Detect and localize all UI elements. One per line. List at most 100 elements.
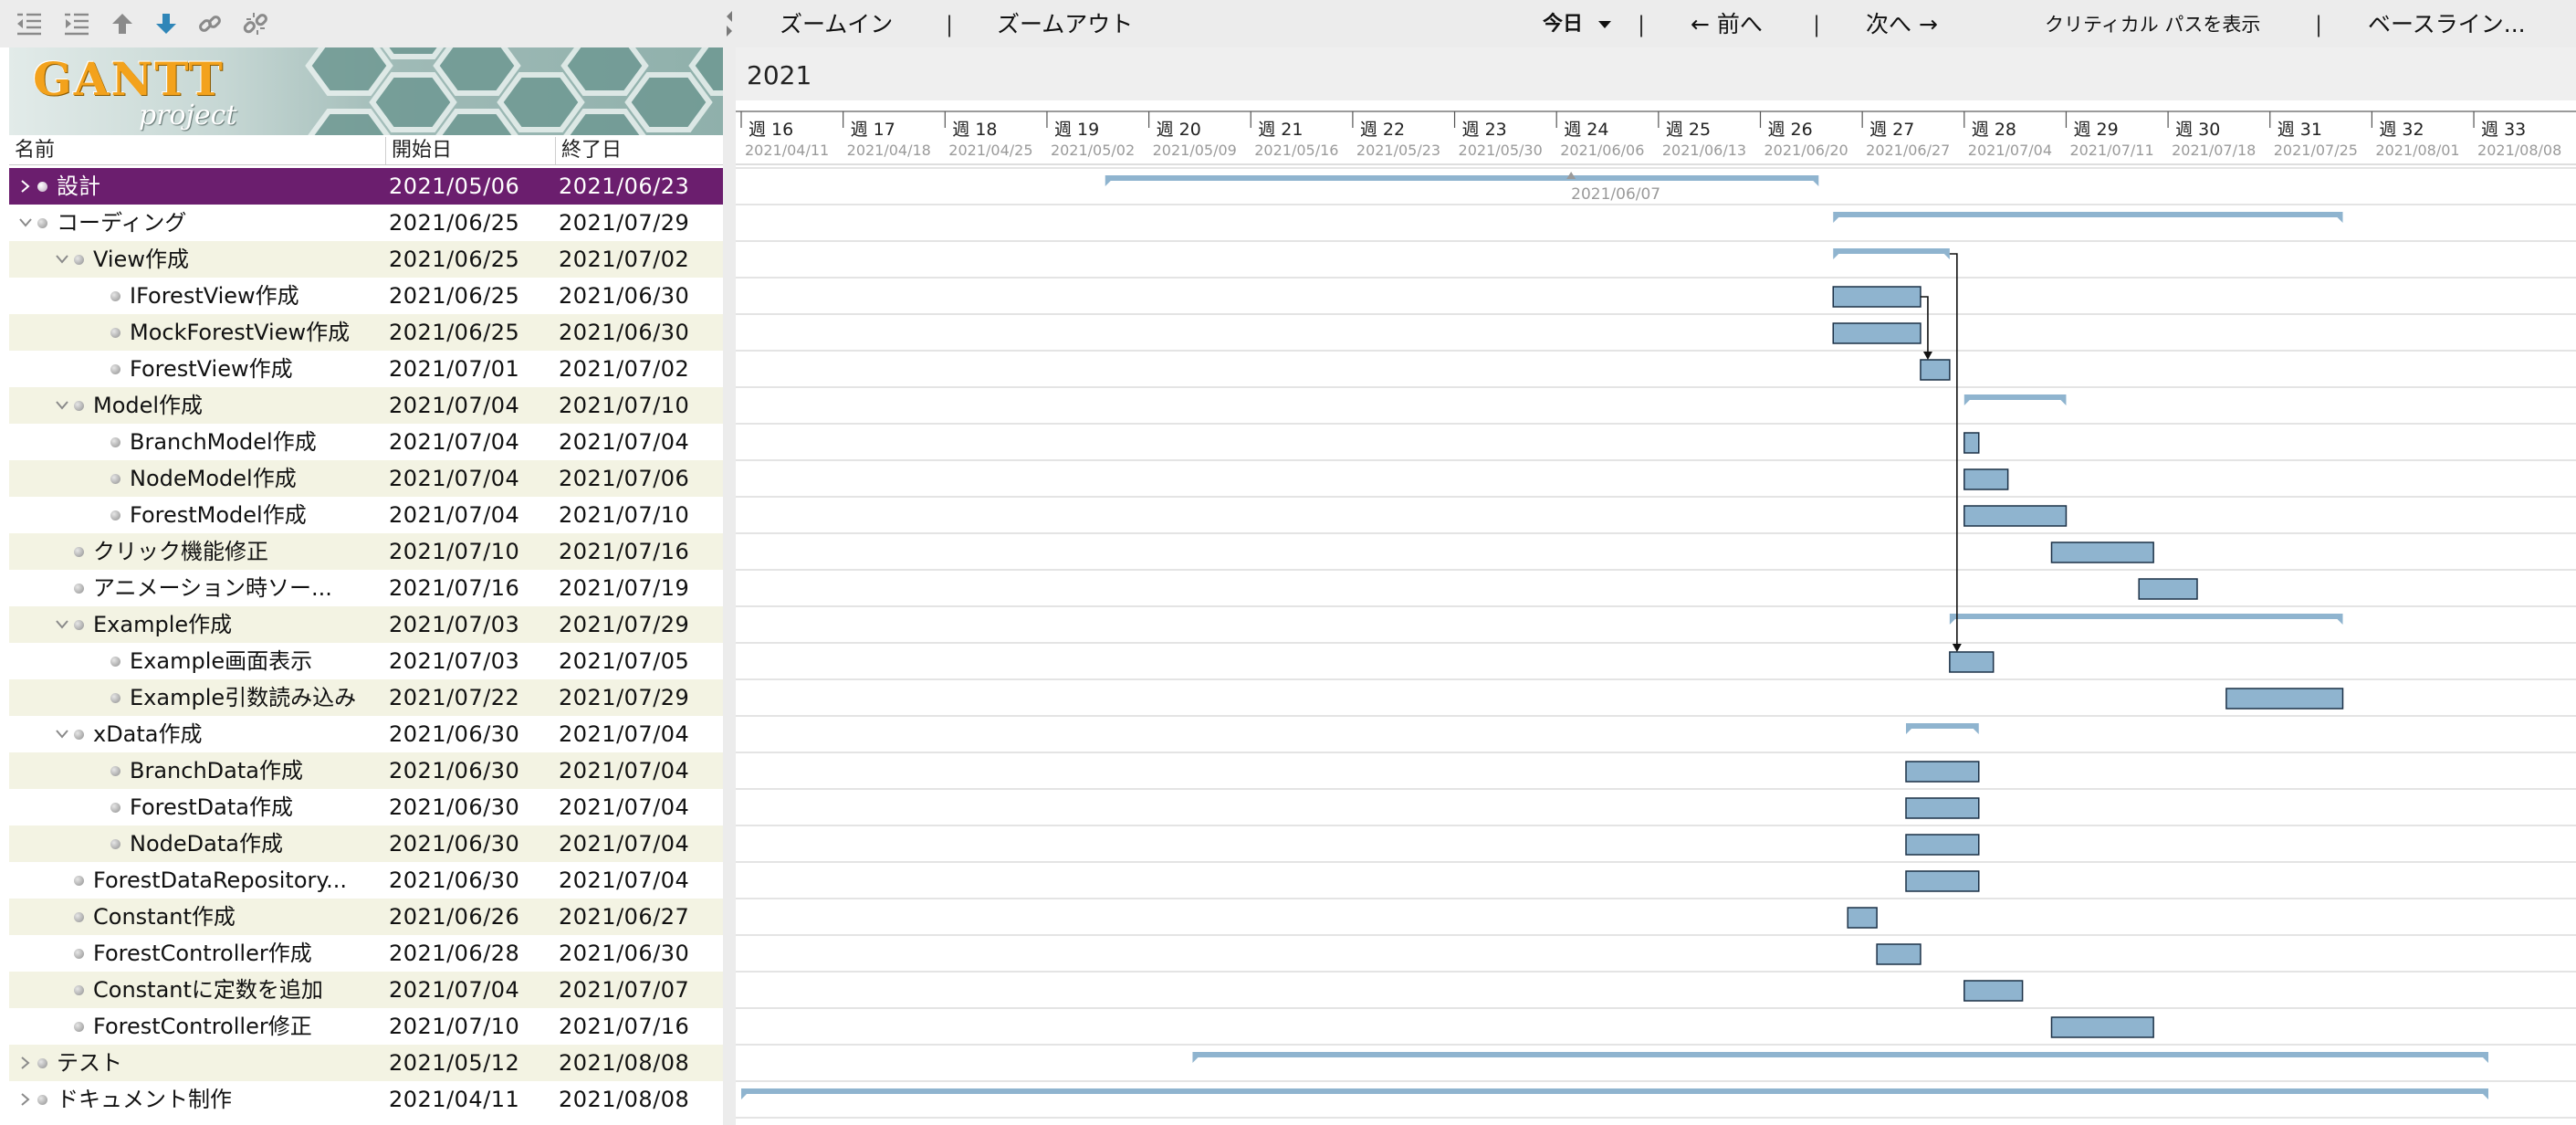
unindent-icon[interactable] [13, 7, 46, 40]
move-up-icon[interactable] [106, 7, 139, 40]
column-header-name[interactable]: 名前 [9, 137, 385, 164]
chevron-right-icon[interactable] [15, 1081, 37, 1118]
task-start-date: 2021/06/30 [389, 867, 520, 893]
task-bar[interactable] [2050, 541, 2154, 563]
task-bar[interactable] [1847, 907, 1878, 929]
summary-bar[interactable] [741, 1088, 2488, 1099]
gantt-logo: GANTT project [9, 47, 723, 135]
baseline-button[interactable]: ベースライン... [2368, 0, 2526, 47]
chevron-down-icon[interactable] [51, 387, 73, 424]
summary-bar[interactable] [1833, 248, 1950, 259]
task-bar[interactable] [1832, 286, 1922, 308]
link-icon[interactable] [194, 7, 226, 40]
task-bar[interactable] [1905, 797, 1980, 819]
chevron-down-icon[interactable] [51, 241, 73, 278]
panel-splitter[interactable] [723, 47, 736, 1125]
task-bar[interactable] [1832, 322, 1922, 344]
summary-bar[interactable] [1192, 1052, 2488, 1063]
week-date: 2021/04/25 [948, 142, 1032, 159]
next-button[interactable]: 次へ → [1866, 0, 1938, 47]
task-row[interactable]: クリック機能修正 2021/07/10 2021/07/16 [9, 533, 723, 570]
task-row[interactable]: テスト 2021/05/12 2021/08/08 [9, 1045, 723, 1081]
task-bar[interactable] [1963, 980, 2024, 1002]
task-row[interactable]: NodeData作成 2021/06/30 2021/07/04 [9, 825, 723, 862]
task-bar[interactable] [1876, 943, 1922, 965]
task-bar[interactable] [1905, 761, 1980, 783]
task-bullet-icon [74, 876, 84, 886]
today-dropdown[interactable]: 今日 [1543, 0, 1612, 47]
task-bar[interactable] [1963, 468, 2009, 490]
task-row[interactable]: MockForestView作成 2021/06/25 2021/06/30 [9, 314, 723, 351]
task-row[interactable]: ForestData作成 2021/06/30 2021/07/04 [9, 789, 723, 825]
week-label: 週 22 [1360, 120, 1405, 140]
task-bullet-icon [37, 1095, 47, 1105]
task-row[interactable]: NodeModel作成 2021/07/04 2021/07/06 [9, 460, 723, 497]
column-header-end[interactable]: 終了日 [555, 137, 723, 164]
task-row[interactable]: BranchModel作成 2021/07/04 2021/07/04 [9, 424, 723, 460]
task-start-date: 2021/07/10 [389, 1014, 520, 1039]
task-end-date: 2021/07/10 [559, 502, 690, 528]
task-row[interactable]: 設計 2021/05/06 2021/06/23 [9, 168, 723, 205]
chart-toolbar: ズームイン | ズームアウト 今日 | ← 前へ | 次へ → クリティカル パ… [736, 0, 2576, 47]
task-bar[interactable] [2225, 688, 2344, 710]
summary-bar[interactable] [1105, 175, 1819, 186]
week-label: 週 21 [1258, 120, 1303, 140]
task-end-date: 2021/07/16 [559, 1014, 690, 1039]
task-row[interactable]: コーディング 2021/06/25 2021/07/29 [9, 205, 723, 241]
task-bar[interactable] [2050, 1016, 2154, 1038]
task-row[interactable]: Example引数読み込み 2021/07/22 2021/07/29 [9, 679, 723, 716]
week-date: 2021/06/06 [1560, 142, 1644, 159]
task-row[interactable]: ForestController作成 2021/06/28 2021/06/30 [9, 935, 723, 972]
task-row[interactable]: Constant作成 2021/06/26 2021/06/27 [9, 899, 723, 935]
summary-bar[interactable] [1963, 394, 2067, 405]
column-header-start[interactable]: 開始日 [385, 137, 555, 164]
task-bullet-icon [74, 730, 84, 740]
prev-button[interactable]: ← 前へ [1691, 0, 1763, 47]
task-row[interactable]: Constantに定数を追加 2021/07/04 2021/07/07 [9, 972, 723, 1008]
task-bullet-icon [110, 693, 120, 703]
week-label: 週 16 [749, 120, 793, 140]
task-bar[interactable] [1949, 651, 1995, 673]
task-bullet-icon [110, 437, 120, 447]
critical-path-button[interactable]: クリティカル パスを表示 [2045, 0, 2260, 47]
task-row[interactable]: ForestController修正 2021/07/10 2021/07/16 [9, 1008, 723, 1045]
summary-bar[interactable] [1949, 614, 2343, 625]
task-row[interactable]: ForestDataRepository... 2021/06/30 2021/07… [9, 862, 723, 899]
unlink-icon[interactable] [239, 7, 272, 40]
task-row[interactable]: Model作成 2021/07/04 2021/07/10 [9, 387, 723, 424]
task-bar[interactable] [1920, 359, 1951, 381]
task-bar[interactable] [1963, 432, 1980, 454]
task-row[interactable]: ドキュメント制作 2021/04/11 2021/08/08 [9, 1081, 723, 1118]
collapse-panel-icon[interactable] [723, 0, 736, 47]
task-name: 設計 [57, 173, 100, 199]
task-row[interactable]: IForestView作成 2021/06/25 2021/06/30 [9, 278, 723, 314]
dependency-arrow[interactable] [1949, 253, 1962, 652]
summary-bar[interactable] [1906, 723, 1979, 734]
task-row[interactable]: xData作成 2021/06/30 2021/07/04 [9, 716, 723, 752]
task-row[interactable]: Example画面表示 2021/07/03 2021/07/05 [9, 643, 723, 679]
chevron-down-icon[interactable] [51, 716, 73, 752]
chevron-right-icon[interactable] [15, 1045, 37, 1081]
summary-bar[interactable] [1833, 212, 2343, 223]
gantt-chart[interactable]: 週 16 2021/04/11 週 17 2021/04/18 週 18 2021/04/… [736, 100, 2576, 1125]
chevron-down-icon[interactable] [15, 205, 37, 241]
gantt-app: GANTT project 名前 開始日 終了日 設計 2021/05/06 202… [0, 0, 2576, 1125]
task-row[interactable]: View作成 2021/06/25 2021/07/02 [9, 241, 723, 278]
chevron-right-icon[interactable] [15, 168, 37, 205]
move-down-icon[interactable] [150, 7, 183, 40]
zoom-out-button[interactable]: ズームアウト [997, 0, 1133, 47]
task-end-date: 2021/07/29 [559, 210, 690, 236]
zoom-in-button[interactable]: ズームイン [780, 0, 893, 47]
task-row[interactable]: Example作成 2021/07/03 2021/07/29 [9, 606, 723, 643]
chevron-down-icon[interactable] [51, 606, 73, 643]
task-row[interactable]: アニメーション時ソー... 2021/07/16 2021/07/19 [9, 570, 723, 606]
task-start-date: 2021/07/16 [389, 575, 520, 601]
task-row[interactable]: BranchData作成 2021/06/30 2021/07/04 [9, 752, 723, 789]
task-row[interactable]: ForestModel作成 2021/07/04 2021/07/10 [9, 497, 723, 533]
task-bar[interactable] [2138, 578, 2198, 600]
task-bar[interactable] [1905, 870, 1980, 892]
indent-icon[interactable] [60, 7, 93, 40]
task-row[interactable]: ForestView作成 2021/07/01 2021/07/02 [9, 351, 723, 387]
task-bar[interactable] [1963, 505, 2068, 527]
task-bar[interactable] [1905, 834, 1980, 856]
